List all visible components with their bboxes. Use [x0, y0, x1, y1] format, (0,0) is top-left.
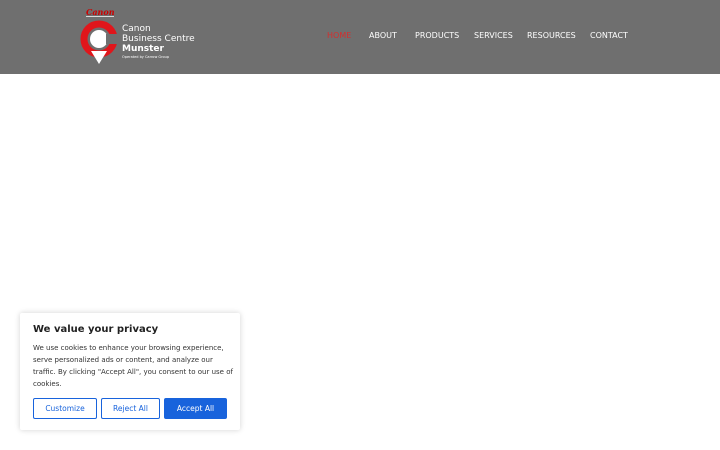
nav-home[interactable]: HOME: [327, 31, 351, 40]
customize-button[interactable]: Customize: [33, 398, 97, 419]
site-logo[interactable]: Canon Canon Business Centre Munster Oper…: [80, 6, 200, 66]
nav-services[interactable]: SERVICES: [474, 31, 513, 40]
logo-line-munster: Munster: [122, 44, 164, 54]
canon-location-pin-icon: [80, 20, 118, 64]
reject-all-button[interactable]: Reject All: [101, 398, 160, 419]
logo-line-operated-by: Operated by Carrow Group: [122, 55, 170, 59]
nav-resources[interactable]: RESOURCES: [527, 31, 576, 40]
cookie-consent-banner: We value your privacy We use cookies to …: [20, 313, 240, 430]
cookie-banner-title: We value your privacy: [33, 324, 159, 335]
accept-all-button[interactable]: Accept All: [164, 398, 227, 419]
logo-line-canon: Canon: [122, 24, 151, 34]
nav-products[interactable]: PRODUCTS: [415, 31, 459, 40]
logo-tagline-rule: [86, 16, 114, 17]
nav-contact[interactable]: CONTACT: [590, 31, 628, 40]
logo-line-business-centre: Business Centre: [122, 34, 195, 44]
cookie-banner-text: We use cookies to enhance your browsing …: [33, 344, 233, 388]
nav-about[interactable]: ABOUT: [369, 31, 397, 40]
site-header: Canon Canon Business Centre Munster Oper…: [0, 0, 720, 74]
